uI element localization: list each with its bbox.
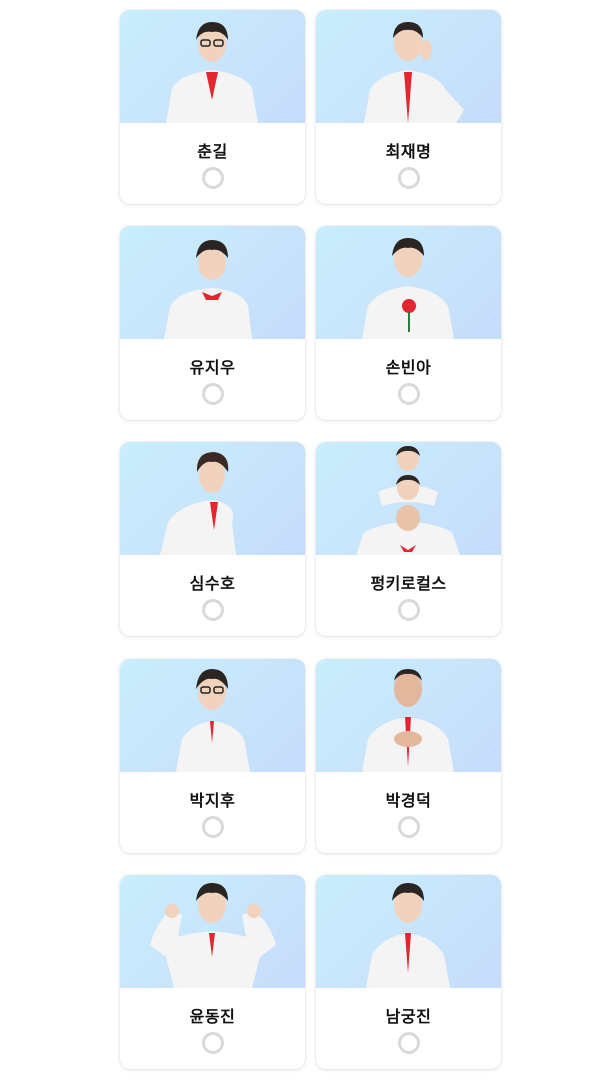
candidate-card-7[interactable]: 박지후 (120, 659, 305, 853)
candidate-photo (120, 659, 305, 772)
candidate-name: 박경덕 (385, 791, 432, 810)
candidate-card-9[interactable]: 윤동진 (120, 875, 305, 1069)
candidate-name: 남궁진 (385, 1007, 432, 1026)
candidate-photo (316, 659, 501, 772)
candidate-name: 최재명 (385, 142, 432, 161)
vote-radio[interactable] (201, 599, 224, 621)
vote-radio[interactable] (201, 167, 224, 189)
candidate-card-3[interactable]: 유지우 (120, 226, 305, 420)
vote-radio[interactable] (397, 167, 420, 189)
vote-radio[interactable] (397, 599, 420, 621)
candidate-card-6[interactable]: 펑키로컬스 (316, 442, 501, 636)
candidate-card-5[interactable]: 심수호 (120, 442, 305, 636)
vote-radio[interactable] (397, 383, 420, 405)
candidate-name: 윤동진 (189, 1007, 236, 1026)
vote-radio[interactable] (397, 1032, 420, 1054)
candidate-photo (120, 10, 305, 123)
candidate-photo (316, 875, 501, 988)
candidate-card-4[interactable]: 손빈아 (316, 226, 501, 420)
vote-radio[interactable] (201, 1032, 224, 1054)
candidate-name: 손빈아 (385, 358, 432, 377)
vote-radio[interactable] (397, 816, 420, 838)
candidate-photo (316, 442, 501, 555)
candidate-card-1[interactable]: 춘길 (120, 10, 305, 204)
candidate-card-8[interactable]: 박경덕 (316, 659, 501, 853)
candidate-card-10[interactable]: 남궁진 (316, 875, 501, 1069)
candidate-name: 펑키로컬스 (370, 574, 447, 593)
vote-radio[interactable] (201, 816, 224, 838)
candidate-name: 박지후 (189, 791, 236, 810)
vote-radio[interactable] (201, 383, 224, 405)
candidate-card-2[interactable]: 최재명 (316, 10, 501, 204)
candidate-photo (120, 226, 305, 339)
candidate-name: 심수호 (189, 574, 236, 593)
candidate-photo (316, 10, 501, 123)
candidate-photo (316, 226, 501, 339)
candidate-grid: 춘길 최재명 유지우 손빈아 심수호 펑키로컬스 박지후 박경덕 윤동진 남궁진 (0, 0, 610, 1083)
candidate-name: 춘길 (197, 142, 228, 161)
candidate-photo (120, 442, 305, 555)
candidate-photo (120, 875, 305, 988)
candidate-name: 유지우 (189, 358, 236, 377)
